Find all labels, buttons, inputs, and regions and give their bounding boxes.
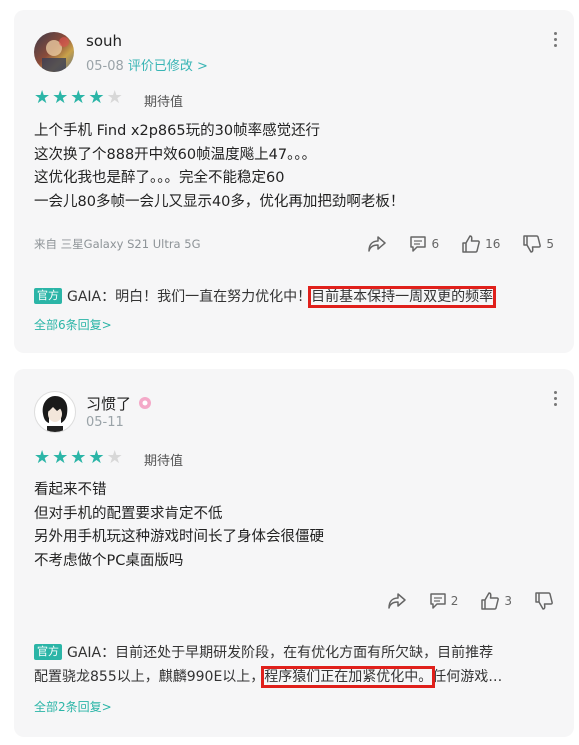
star-filled-icon: ★ <box>88 447 105 468</box>
star-filled-icon: ★ <box>70 87 87 108</box>
star-rating: ★ ★ ★ ★ ★ <box>34 89 123 107</box>
action-bar: 2 3 <box>365 591 554 611</box>
username[interactable]: 习惯了 <box>86 393 152 414</box>
date-text: 05-08 <box>86 59 124 74</box>
thumbs-up-icon <box>481 592 500 610</box>
more-options-icon[interactable] <box>554 32 558 50</box>
review-body: 上个手机 Find x2p865玩的30帧率感觉还行 这次换了个888开中效60… <box>34 120 404 214</box>
thumbs-down-icon <box>535 592 553 610</box>
comment-icon <box>410 236 427 252</box>
dislike-button[interactable]: 5 <box>522 234 554 254</box>
share-icon <box>368 236 387 252</box>
reply-highlight: 目前基本保持一周双更的频率 <box>308 286 497 308</box>
reply-text: 配置骁龙855以上，麒麟990E以上， <box>34 669 265 685</box>
view-all-replies-link[interactable]: 全部2条回复> <box>34 698 112 715</box>
official-reply: 官方 GAIA：明白！我们一直在努力优化中！目前基本保持一周双更的频率 <box>34 285 560 309</box>
review-date: 05-08 评价已修改 > <box>86 55 208 74</box>
review-line: 上个手机 Find x2p865玩的30帧率感觉还行 <box>34 123 321 139</box>
star-filled-icon: ★ <box>34 87 51 108</box>
review-line: 不考虑做个PC桌面版吗 <box>34 552 184 569</box>
official-tag: 官方 <box>34 644 62 660</box>
action-bar: 6 16 5 <box>345 234 554 254</box>
comment-icon <box>429 593 446 609</box>
device-info: 来自 三星Galaxy S21 Ultra 5G <box>34 237 201 251</box>
username[interactable]: souh <box>86 32 122 50</box>
like-count: 3 <box>504 594 512 608</box>
dislike-count: 5 <box>546 237 554 251</box>
official-tag: 官方 <box>34 288 62 304</box>
like-button[interactable]: 3 <box>480 591 512 611</box>
like-count: 16 <box>485 237 501 251</box>
share-button[interactable] <box>387 592 407 610</box>
share-icon <box>387 593 406 609</box>
thumbs-up-icon <box>462 235 481 253</box>
comment-button[interactable]: 6 <box>409 235 439 253</box>
reply-text: 任何游戏… <box>432 669 503 685</box>
reply-text: GAIA：明白！我们一直在努力优化中！ <box>67 289 312 305</box>
rating-label: 期待值 <box>144 454 184 469</box>
view-all-replies-link[interactable]: 全部6条回复> <box>34 316 112 333</box>
star-empty-icon: ★ <box>106 447 123 468</box>
star-filled-icon: ★ <box>52 87 69 108</box>
review-body: 看起来不错 但对手机的配置要求肯定不低 另外用手机玩这种游戏时间长了身体会很僵硬… <box>34 479 324 573</box>
dislike-button[interactable] <box>534 591 554 611</box>
share-button[interactable] <box>367 235 387 253</box>
reply-highlight: 程序猿们正在加紧优化中。 <box>261 666 436 688</box>
review-line: 这优化我也是醉了。。。完全不能稳定60 <box>34 170 285 186</box>
avatar[interactable] <box>34 391 76 433</box>
comment-button[interactable]: 2 <box>429 592 459 610</box>
comment-count: 6 <box>431 237 440 251</box>
more-options-icon[interactable] <box>554 391 558 409</box>
official-reply: 官方 GAIA：目前还处于早期研发阶段，在有优化方面有所欠缺，目前推荐 配置骁龙8… <box>34 641 560 689</box>
thumbs-down-icon <box>523 235 542 253</box>
review-line: 但对手机的配置要求肯定不低 <box>34 505 223 522</box>
avatar[interactable] <box>34 32 74 72</box>
review-card: 习惯了 05-11 ★ ★ ★ ★ ★ 期待值 看起来不错 但对手机的配置要求肯… <box>14 369 574 737</box>
flower-badge-icon <box>138 397 151 409</box>
rating-label: 期待值 <box>144 95 184 110</box>
star-empty-icon: ★ <box>106 87 123 108</box>
review-line: 另外用手机玩这种游戏时间长了身体会很僵硬 <box>34 529 324 545</box>
review-line: 一会儿80多帧一会儿又显示40多，优化再加把劲啊老板！ <box>34 193 405 210</box>
review-card: souh 05-08 评价已修改 > ★ ★ ★ ★ ★ 期待值 上个手机 Fi… <box>14 10 574 353</box>
username-text: 习惯了 <box>86 395 132 413</box>
star-filled-icon: ★ <box>88 87 105 108</box>
review-date: 05-11 <box>86 415 124 430</box>
reply-text: GAIA：目前还处于早期研发阶段，在有优化方面有所欠缺，目前推荐 <box>67 645 494 661</box>
star-filled-icon: ★ <box>34 447 51 468</box>
review-line: 这次换了个888开中效60帧温度飚上47。。。 <box>34 146 317 163</box>
like-button[interactable]: 16 <box>461 234 500 254</box>
comment-count: 2 <box>450 594 459 608</box>
star-filled-icon: ★ <box>70 447 87 468</box>
edit-note-link[interactable]: 评价已修改 > <box>128 59 208 74</box>
review-line: 看起来不错 <box>34 482 107 498</box>
star-filled-icon: ★ <box>52 447 69 468</box>
star-rating: ★ ★ ★ ★ ★ <box>34 449 123 467</box>
